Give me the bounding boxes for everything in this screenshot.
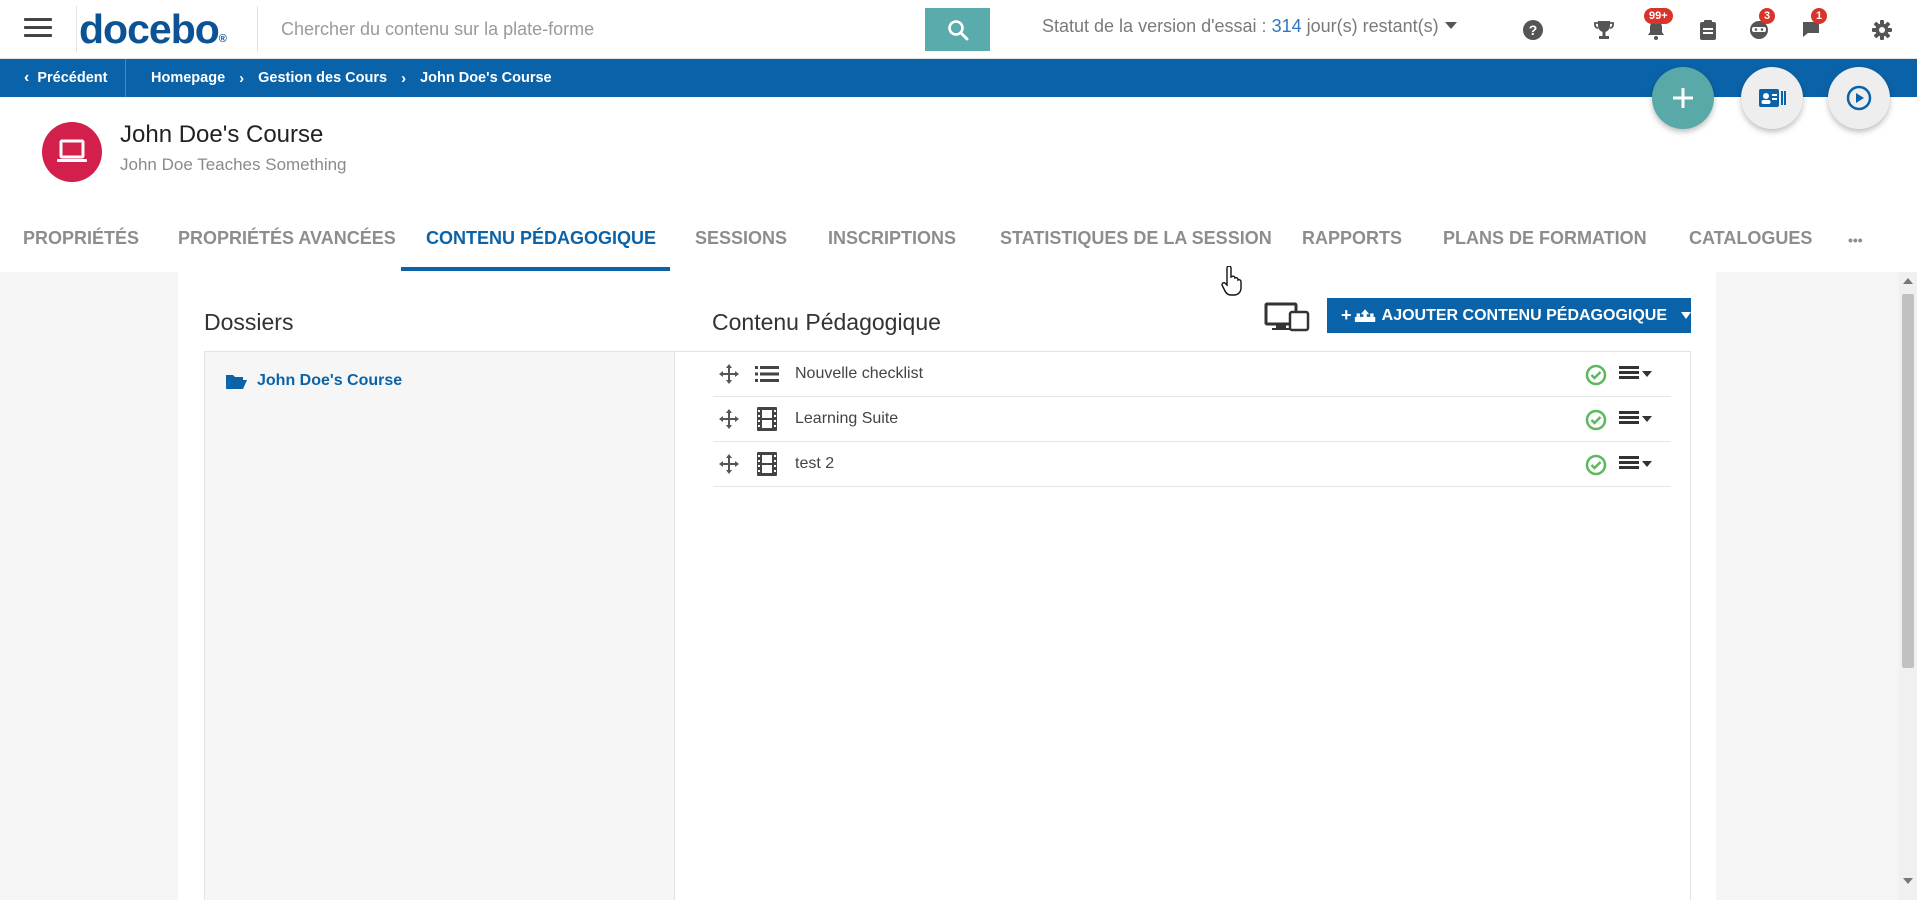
more-tabs-icon[interactable]: ••• — [1848, 224, 1863, 272]
plus-icon — [1673, 88, 1693, 108]
tab-learning-plans[interactable]: PLANS DE FORMATION — [1443, 224, 1647, 272]
tab-properties[interactable]: PROPRIÉTÉS — [23, 224, 139, 272]
device-preview-icon[interactable] — [1264, 302, 1310, 337]
add-fab-button[interactable] — [1652, 67, 1714, 129]
search-input[interactable] — [262, 8, 925, 51]
play-course-fab-button[interactable] — [1828, 67, 1890, 129]
item-actions-menu-icon[interactable] — [1619, 411, 1652, 426]
coach-icon[interactable]: 3 — [1745, 8, 1776, 44]
item-actions-menu-icon[interactable] — [1619, 456, 1652, 471]
item-title: Nouvelle checklist — [795, 365, 924, 382]
back-label: Précédent — [37, 70, 108, 86]
breadcrumb: ‹ Précédent Homepage › Gestion des Cours… — [0, 59, 1917, 97]
list-item[interactable]: test 2 — [713, 442, 1671, 487]
folder-label: John Doe's Course — [257, 372, 403, 389]
active-tab-indicator — [401, 267, 670, 271]
tab-catalogs[interactable]: CATALOGUES — [1689, 224, 1812, 272]
published-check-icon[interactable] — [1585, 364, 1607, 391]
tab-training-material[interactable]: CONTENU PÉDAGOGIQUE — [426, 224, 656, 272]
scroll-thumb[interactable] — [1902, 294, 1914, 668]
course-details-fab-button[interactable] — [1741, 67, 1803, 129]
back-button[interactable]: ‹ Précédent — [0, 59, 127, 97]
search-icon — [947, 19, 968, 40]
add-training-material-label: AJOUTER CONTENU PÉDAGOGIQUE — [1381, 306, 1667, 324]
training-material-list: Nouvelle checklist Learning Suite test 2 — [675, 351, 1691, 900]
logo[interactable]: docebo® — [76, 6, 258, 52]
top-bar: docebo® Statut de la version d'essai : 3… — [0, 0, 1917, 59]
breadcrumb-course-management[interactable]: Gestion des Cours — [258, 70, 387, 86]
help-icon[interactable]: ? — [1519, 16, 1547, 44]
messages-badge: 1 — [1811, 8, 1828, 24]
chevron-down-icon — [1444, 21, 1457, 29]
menu-icon[interactable] — [24, 18, 52, 40]
item-title: test 2 — [795, 455, 835, 472]
coach-badge: 3 — [1759, 8, 1776, 24]
add-training-material-button[interactable]: + AJOUTER CONTENU PÉDAGOGIQUE — [1327, 298, 1691, 333]
search-bar — [262, 8, 990, 51]
notifications-icon[interactable]: 99+ — [1642, 8, 1673, 44]
svg-text:?: ? — [1529, 22, 1538, 38]
play-circle-icon — [1846, 85, 1872, 111]
tab-enrollments[interactable]: INSCRIPTIONS — [828, 224, 956, 272]
folder-open-icon — [226, 375, 247, 389]
course-title: John Doe's Course — [120, 121, 324, 148]
chevron-right-icon: › — [401, 69, 407, 87]
tab-advanced-properties[interactable]: PROPRIÉTÉS AVANCÉES — [178, 224, 396, 272]
id-card-icon — [1759, 89, 1786, 107]
published-check-icon[interactable] — [1585, 409, 1607, 436]
trial-days: 314 — [1271, 16, 1302, 36]
trial-prefix: Statut de la version d'essai : — [1042, 16, 1272, 36]
training-material-heading: Contenu Pédagogique — [712, 309, 941, 335]
list-item[interactable]: Nouvelle checklist — [713, 352, 1671, 397]
list-item[interactable]: Learning Suite — [713, 397, 1671, 442]
folders-heading: Dossiers — [204, 309, 294, 335]
folder-item[interactable]: John Doe's Course — [225, 372, 402, 390]
course-icon — [42, 122, 102, 182]
tab-bar: PROPRIÉTÉS PROPRIÉTÉS AVANCÉES CONTENU P… — [0, 224, 1917, 272]
course-subtitle: John Doe Teaches Something — [120, 155, 347, 174]
notifications-badge: 99+ — [1644, 8, 1673, 24]
laptop-icon — [57, 139, 87, 162]
published-check-icon[interactable] — [1585, 454, 1607, 481]
film-icon — [753, 407, 781, 431]
item-actions-menu-icon[interactable] — [1619, 366, 1652, 381]
item-title: Learning Suite — [795, 410, 899, 427]
drag-handle-icon[interactable] — [717, 408, 741, 430]
logo-mark: ® — [218, 33, 227, 45]
tab-sessions[interactable]: SESSIONS — [695, 224, 787, 272]
logo-text: docebo — [79, 6, 220, 52]
search-button[interactable] — [925, 8, 990, 51]
chevron-right-icon: › — [239, 69, 245, 87]
tab-reports[interactable]: RAPPORTS — [1302, 224, 1402, 272]
trophy-icon[interactable] — [1590, 16, 1618, 44]
page-scrollbar[interactable] — [1899, 272, 1917, 900]
list-icon — [753, 365, 781, 383]
scroll-up-icon[interactable] — [1903, 278, 1913, 284]
drag-handle-icon[interactable] — [717, 453, 741, 475]
breadcrumb-homepage[interactable]: Homepage — [151, 70, 225, 86]
tab-session-statistics[interactable]: STATISTIQUES DE LA SESSION — [1000, 224, 1272, 272]
clipboard-icon[interactable] — [1694, 16, 1722, 44]
trial-status[interactable]: Statut de la version d'essai : 314 jour(… — [1042, 16, 1457, 37]
folder-tree: John Doe's Course — [204, 351, 675, 900]
course-header: John Doe's Course John Doe Teaches Somet… — [0, 97, 1917, 272]
drag-handle-icon[interactable] — [717, 363, 741, 385]
hand-cursor-icon — [1221, 265, 1243, 301]
breadcrumb-trail: Homepage › Gestion des Cours › John Doe'… — [151, 59, 552, 97]
chevron-down-icon — [1681, 312, 1691, 319]
chevron-left-icon: ‹ — [24, 69, 30, 86]
trial-suffix: jour(s) restant(s) — [1301, 16, 1439, 36]
messages-icon[interactable]: 1 — [1797, 8, 1828, 44]
film-icon — [753, 452, 781, 476]
upload-content-icon — [1354, 308, 1375, 322]
scroll-down-icon[interactable] — [1903, 878, 1913, 884]
settings-icon[interactable] — [1868, 16, 1896, 44]
breadcrumb-current-course: John Doe's Course — [420, 70, 552, 86]
plus-icon: + — [1341, 305, 1352, 325]
